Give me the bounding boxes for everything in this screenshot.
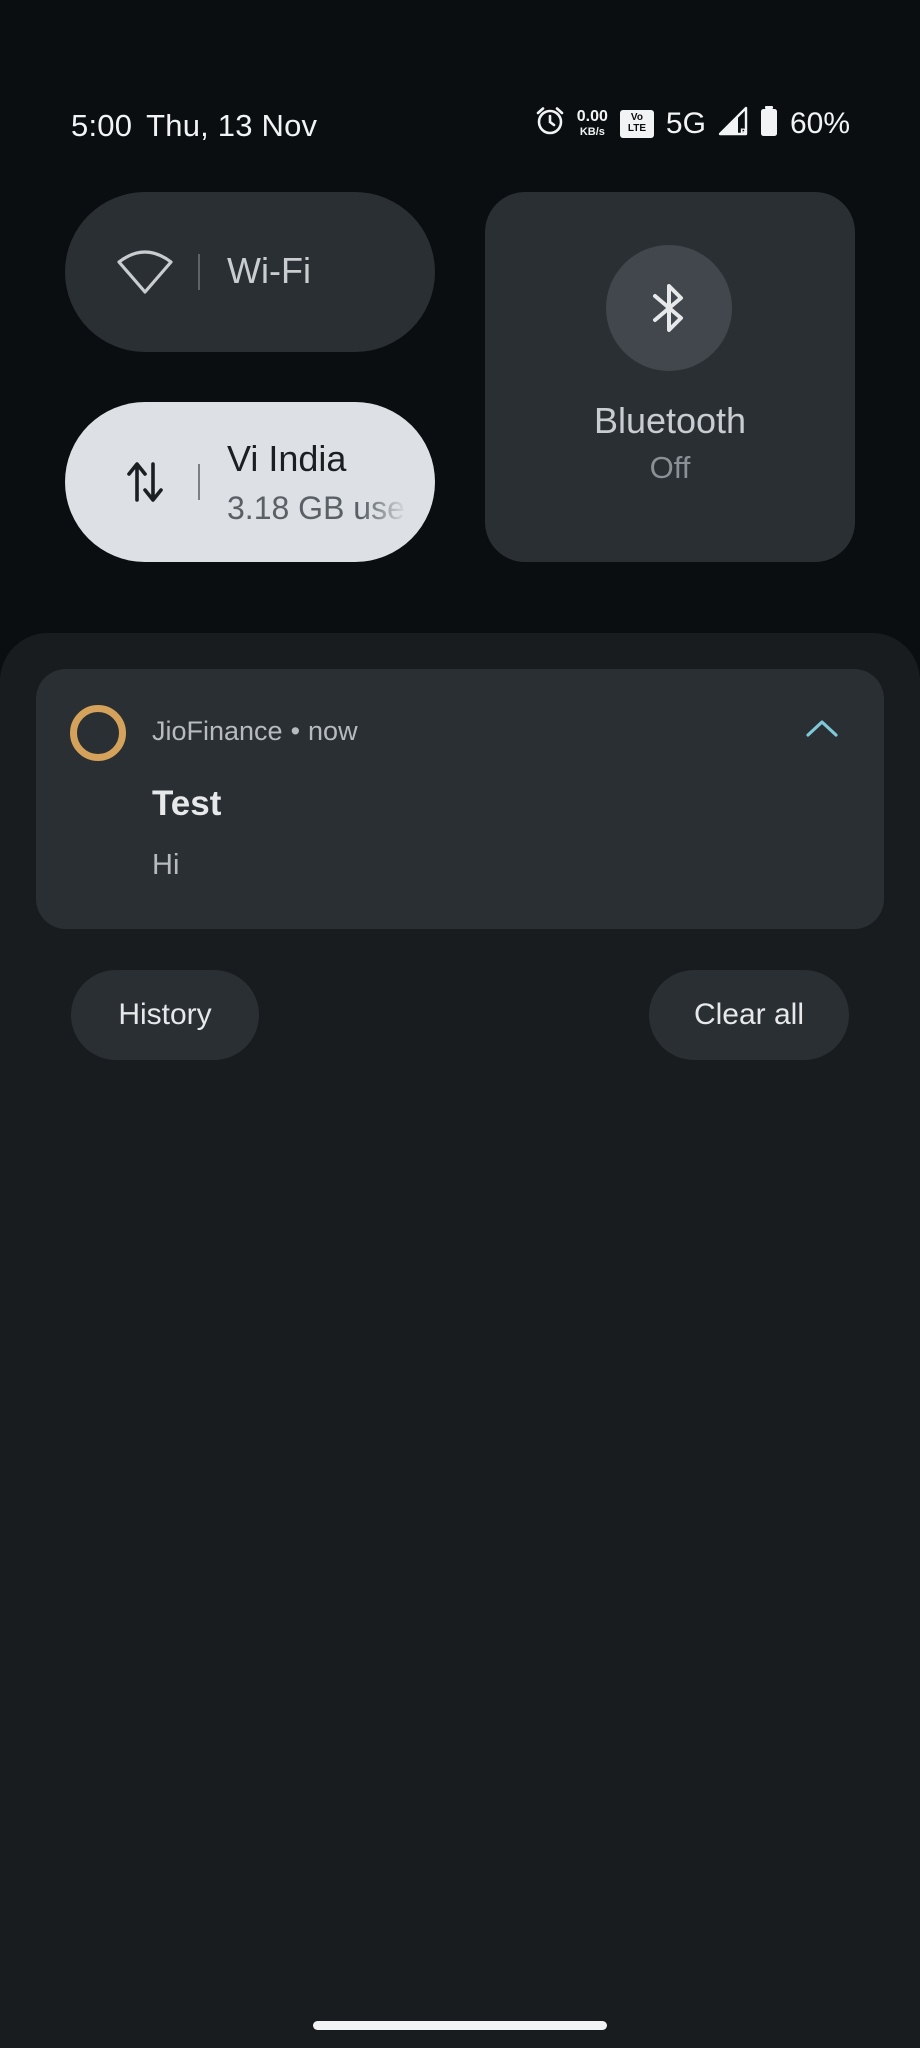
mobile-data-title: Vi India [227, 438, 347, 479]
bluetooth-tile[interactable]: Bluetooth Off [485, 192, 855, 562]
status-bar: 5:00 Thu, 13 Nov 0.00 KB/s Vo LTE 5G R 6… [0, 100, 920, 156]
app-icon [70, 705, 126, 761]
wifi-tile-title: Wi-Fi [227, 250, 311, 291]
notification-header: JioFinance • now [152, 716, 358, 747]
wifi-icon [115, 242, 175, 302]
tile-divider [198, 254, 200, 290]
gesture-home-bar[interactable] [313, 2021, 607, 2030]
battery-icon [760, 106, 778, 141]
notification-time: now [308, 716, 358, 746]
notification-title: Test [152, 784, 222, 823]
network-type: 5G [665, 106, 706, 140]
svg-text:R: R [740, 128, 747, 136]
notification-text: Hi [152, 849, 180, 881]
alarm-icon [535, 106, 565, 141]
notification-card[interactable]: JioFinance • now Test Hi [36, 669, 884, 929]
chevron-up-icon[interactable] [802, 713, 842, 743]
mobile-data-usage: 3.18 GB used [227, 490, 407, 526]
signal-icon: R [718, 106, 748, 141]
status-time: 5:00 [71, 108, 133, 143]
notification-app-name: JioFinance [152, 716, 283, 746]
tile-divider [198, 464, 200, 500]
status-icons: 0.00 KB/s Vo LTE 5G R 60% [535, 106, 850, 141]
notification-shade: JioFinance • now Test Hi History Clear all [0, 633, 920, 2048]
battery-percent: 60% [789, 106, 850, 140]
bluetooth-tile-title: Bluetooth [593, 400, 747, 441]
status-date: Thu, 13 Nov [146, 108, 318, 143]
data-arrows-icon [115, 452, 175, 512]
volte-icon: Vo LTE [619, 109, 654, 138]
clear-all-button[interactable]: Clear all [649, 970, 849, 1060]
net-speed: 0.00 KB/s [576, 108, 608, 138]
header-separator: • [290, 716, 301, 746]
history-button[interactable]: History [71, 970, 259, 1060]
status-datetime: 5:00 Thu, 13 Nov [71, 108, 317, 144]
wifi-tile[interactable]: Wi-Fi [65, 192, 435, 352]
mobile-data-tile[interactable]: Vi India 3.18 GB used [65, 402, 435, 562]
bluetooth-icon [606, 245, 732, 371]
bluetooth-tile-status: Off [649, 450, 691, 485]
